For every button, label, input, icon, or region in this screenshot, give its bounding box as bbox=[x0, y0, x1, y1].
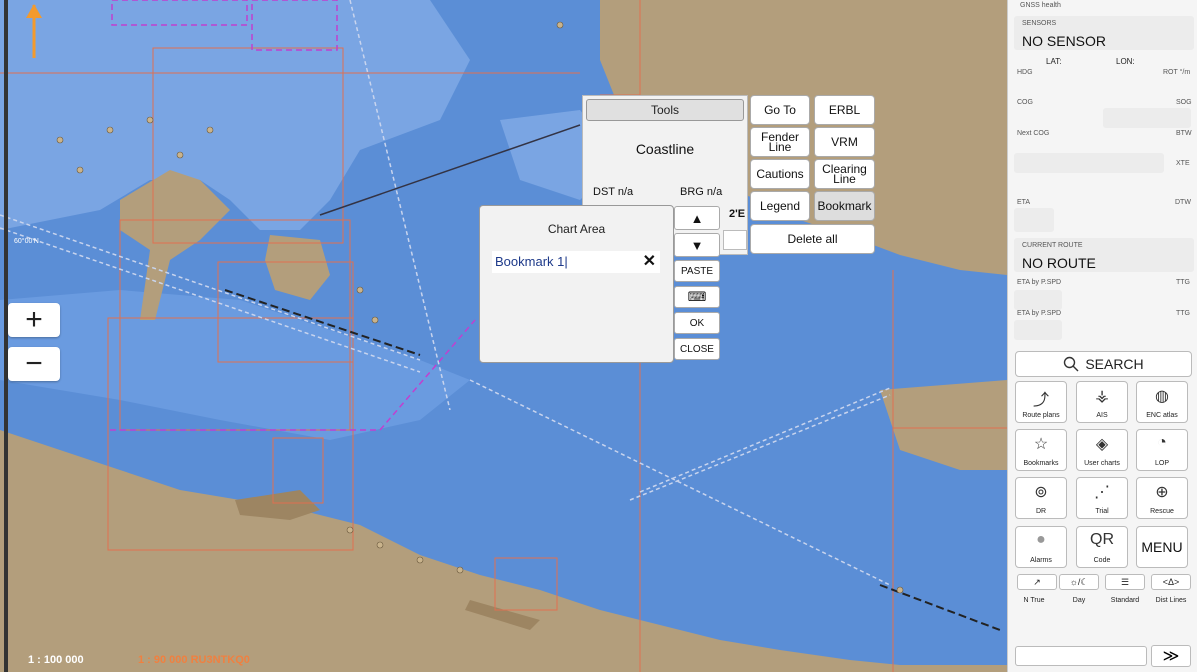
dist-lines-button[interactable]: <Δ> bbox=[1151, 574, 1191, 590]
vrm-button[interactable]: VRM bbox=[814, 127, 875, 157]
lop-button[interactable]: ◔ LOP bbox=[1136, 429, 1188, 471]
latitude-label: 60°00'N bbox=[14, 238, 39, 245]
btw-label: BTW bbox=[1176, 130, 1192, 137]
current-route-label: CURRENT ROUTE bbox=[1022, 242, 1083, 249]
search-button[interactable]: SEARCH bbox=[1015, 351, 1192, 377]
dtw-label: DTW bbox=[1175, 199, 1191, 206]
sensors-value: NO SENSOR bbox=[1022, 33, 1107, 49]
chart-scale: 1 : 100 000 bbox=[28, 654, 84, 666]
eta-pspd-field-2 bbox=[1014, 320, 1062, 340]
chart-area-dialog: Chart Area Bookmark 1| ✕ bbox=[479, 205, 674, 363]
rot-label: ROT °/m bbox=[1163, 69, 1191, 76]
sog-field bbox=[1103, 108, 1191, 128]
layers-icon: ◈ bbox=[1095, 436, 1109, 453]
brg-readout: BRG n/a bbox=[680, 186, 723, 198]
dr-button[interactable]: ⊚ DR bbox=[1015, 477, 1067, 519]
search-label: SEARCH bbox=[1085, 356, 1144, 372]
dst-readout: DST n/a bbox=[593, 186, 634, 198]
north-true-button[interactable]: ↗ bbox=[1017, 574, 1057, 590]
eta-pspd-label-1: ETA by P.SPD bbox=[1017, 279, 1062, 286]
dialog-title: Chart Area bbox=[547, 222, 606, 236]
sog-label: SOG bbox=[1176, 99, 1192, 106]
ais-icon: ⚶ bbox=[1095, 388, 1109, 405]
coord-readout: 2'E bbox=[729, 208, 746, 220]
xte-label: XTE bbox=[1176, 160, 1190, 167]
standard-label: Standard bbox=[1110, 597, 1140, 604]
ttg-label-2: TTG bbox=[1176, 310, 1190, 317]
paste-button[interactable]: PASTE bbox=[674, 260, 720, 282]
lon-label: LON: bbox=[1116, 57, 1135, 66]
star-icon: ☆ bbox=[1033, 436, 1049, 453]
dist-lines-icon: <Δ> bbox=[1162, 577, 1180, 587]
clear-input-icon[interactable]: ✕ bbox=[643, 251, 656, 273]
keyboard-icon[interactable]: ⌨ bbox=[674, 286, 720, 308]
lat-label: LAT: bbox=[1046, 57, 1062, 66]
goto-button[interactable]: Go To bbox=[750, 95, 810, 125]
command-input[interactable] bbox=[1015, 646, 1147, 666]
xte-field bbox=[1014, 153, 1164, 173]
delete-all-button[interactable]: Delete all bbox=[750, 224, 875, 254]
globe-icon: ◍ bbox=[1155, 388, 1169, 405]
bookmark-name-value: Bookmark 1| bbox=[495, 254, 568, 269]
enc-atlas-button[interactable]: ◍ ENC atlas bbox=[1136, 381, 1188, 423]
qr-icon: QR bbox=[1090, 531, 1114, 548]
cog-label: COG bbox=[1017, 99, 1033, 106]
day-label: Day bbox=[1072, 597, 1086, 604]
menu-button[interactable]: MENU bbox=[1136, 526, 1188, 568]
tools-header[interactable]: Tools bbox=[586, 99, 744, 121]
route-plans-button[interactable]: ⤴ Route plans bbox=[1015, 381, 1067, 423]
tools-field[interactable] bbox=[723, 230, 747, 250]
cautions-button[interactable]: Cautions bbox=[750, 159, 810, 189]
next-cog-label: Next COG bbox=[1017, 130, 1050, 137]
current-route-value: NO ROUTE bbox=[1022, 255, 1096, 271]
search-icon bbox=[1064, 356, 1079, 372]
close-button[interactable]: CLOSE bbox=[674, 338, 720, 360]
bookmark-name-input[interactable]: Bookmark 1| ✕ bbox=[492, 251, 660, 273]
bookmarks-button[interactable]: ☆ Bookmarks bbox=[1015, 429, 1067, 471]
standard-icon: ☰ bbox=[1120, 576, 1130, 587]
day-night-icon: ☼/☾ bbox=[1069, 576, 1089, 587]
trial-icon: ⋰ bbox=[1094, 484, 1110, 501]
navigation-panel: GNSS health SENSORS NO SENSOR LAT: LON: … bbox=[1007, 0, 1197, 672]
compass-icon: ◔ bbox=[1157, 434, 1167, 451]
eta-label: ETA bbox=[1017, 199, 1031, 206]
dr-icon: ⊚ bbox=[1034, 484, 1048, 501]
display-standard-button[interactable]: ☰ bbox=[1105, 574, 1145, 590]
north-true-icon: ↗ bbox=[1033, 576, 1041, 587]
alarm-icon: ● bbox=[1036, 531, 1046, 548]
ais-button[interactable]: ⚶ AIS bbox=[1076, 381, 1128, 423]
zoom-out-button[interactable]: − bbox=[8, 347, 60, 381]
scroll-down-button[interactable]: ▼ bbox=[674, 233, 720, 257]
alarms-button[interactable]: ● Alarms bbox=[1015, 526, 1067, 568]
ttg-label-1: TTG bbox=[1176, 279, 1190, 286]
day-night-button[interactable]: ☼/☾ bbox=[1059, 574, 1099, 590]
menu-label: MENU bbox=[1141, 539, 1183, 555]
next-button[interactable]: ≫ bbox=[1151, 645, 1191, 667]
bookmark-button[interactable]: Bookmark bbox=[814, 191, 875, 221]
ok-button[interactable]: OK bbox=[674, 312, 720, 334]
zoom-in-button[interactable]: + bbox=[8, 303, 60, 337]
fender-line-button[interactable]: Fender Line bbox=[750, 127, 810, 157]
scroll-up-button[interactable]: ▲ bbox=[674, 206, 720, 230]
eta-pspd-field-1 bbox=[1014, 290, 1062, 310]
legend-button[interactable]: Legend bbox=[750, 191, 810, 221]
rescue-button[interactable]: ⊕ Rescue bbox=[1136, 477, 1188, 519]
erbl-button[interactable]: ERBL bbox=[814, 95, 875, 125]
gnss-health: GNSS health bbox=[1020, 2, 1061, 9]
trial-button[interactable]: ⋰ Trial bbox=[1076, 477, 1128, 519]
lifebuoy-icon: ⊕ bbox=[1155, 484, 1169, 501]
route-icon: ⤴ bbox=[1032, 392, 1049, 409]
sensors-label: SENSORS bbox=[1022, 20, 1057, 27]
dist-lines-label: Dist Lines bbox=[1155, 597, 1187, 604]
hdg-label: HDG bbox=[1017, 69, 1033, 76]
tools-title: Coastline bbox=[635, 141, 695, 157]
clearing-line-button[interactable]: Clearing Line bbox=[814, 159, 875, 189]
eta-pspd-label-2: ETA by P.SPD bbox=[1017, 310, 1062, 317]
cell-scale: 1 : 90 000 RU3NTKQ0 bbox=[138, 654, 250, 666]
qr-code-button[interactable]: QR Code bbox=[1076, 526, 1128, 568]
eta-field bbox=[1014, 208, 1054, 232]
user-charts-button[interactable]: ◈ User charts bbox=[1076, 429, 1128, 471]
